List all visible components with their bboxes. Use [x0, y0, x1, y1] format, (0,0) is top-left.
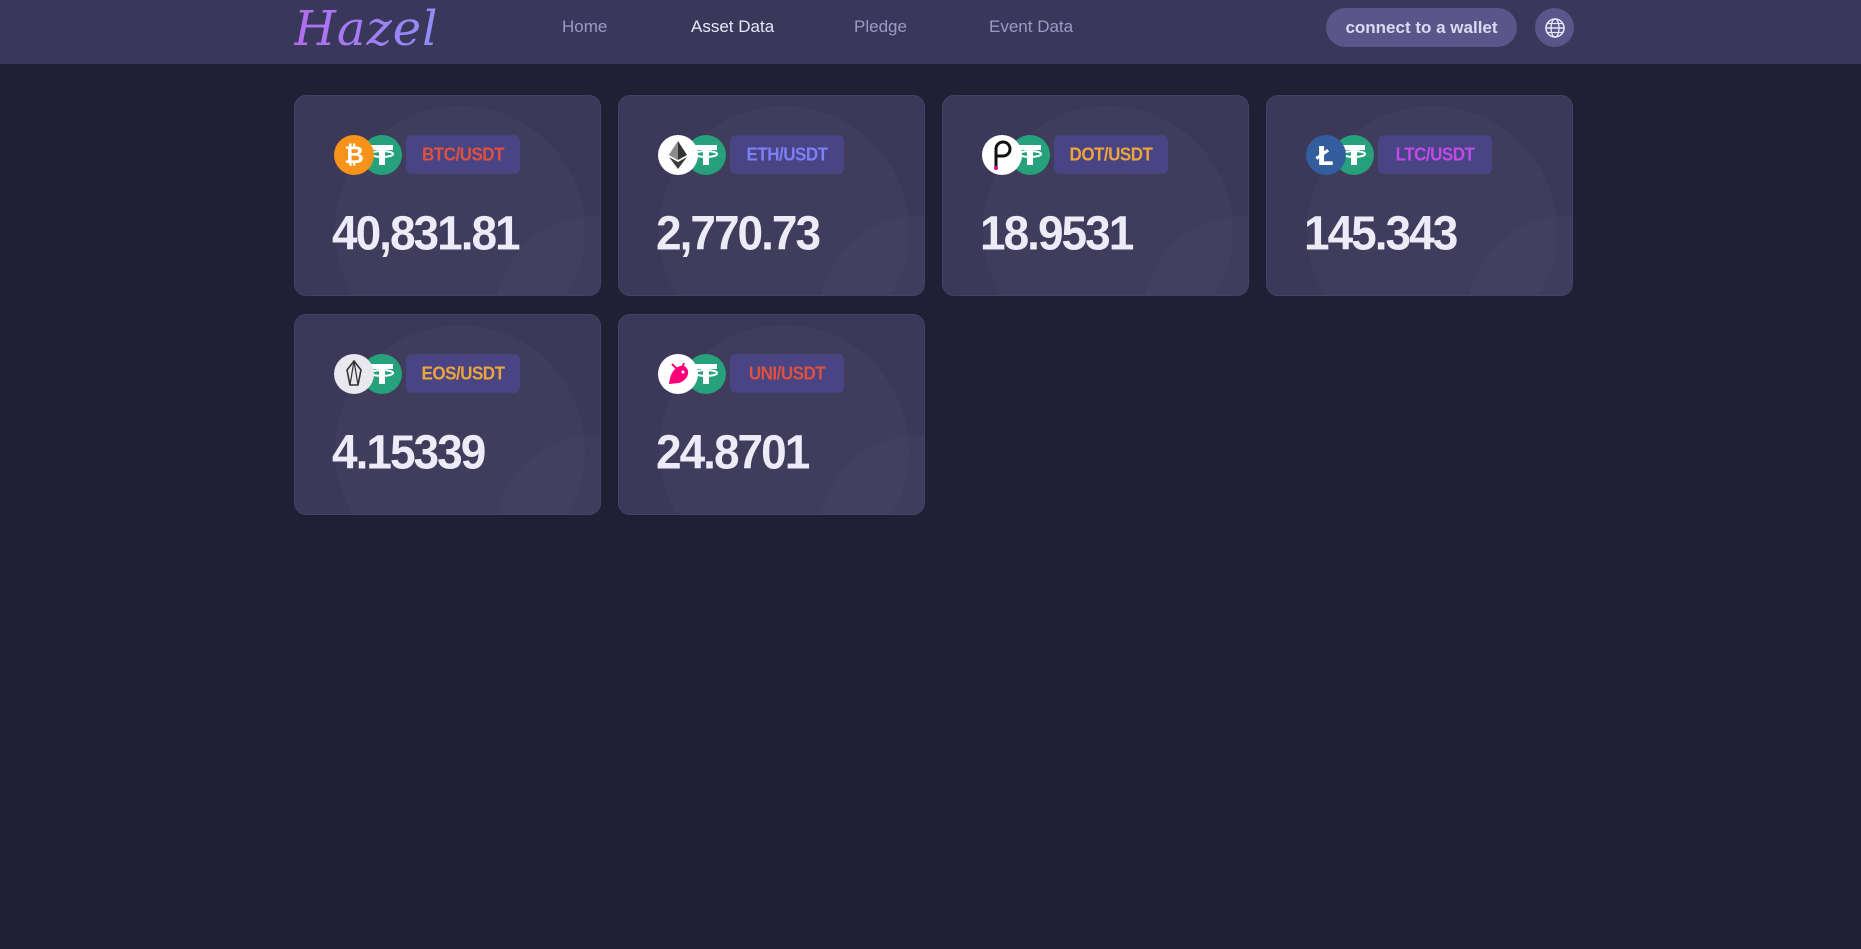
asset-card-btc[interactable]: ₿ BTC/USDT 40,831.81: [294, 95, 601, 296]
connect-wallet-button[interactable]: connect to a wallet: [1326, 8, 1517, 47]
uniswap-icon: [658, 354, 698, 394]
bitcoin-icon: ₿: [334, 135, 374, 175]
asset-card-dot[interactable]: DOT/USDT 18.9531: [942, 95, 1249, 296]
asset-card-eth[interactable]: ETH/USDT 2,770.73: [618, 95, 925, 296]
price-value: 4.15339: [332, 425, 486, 480]
litecoin-icon: Ł: [1306, 135, 1346, 175]
logo[interactable]: Hazel: [294, 0, 439, 58]
price-value: 40,831.81: [332, 206, 521, 261]
nav-asset-data[interactable]: Asset Data: [691, 16, 774, 38]
pair-label: DOT/USDT: [1054, 135, 1168, 174]
globe-icon: [1544, 17, 1565, 38]
nav-pledge[interactable]: Pledge: [854, 16, 907, 38]
ethereum-icon: [658, 135, 698, 175]
pair-label: ETH/USDT: [730, 135, 844, 174]
pair-label: UNI/USDT: [730, 354, 844, 393]
pair-label: BTC/USDT: [406, 135, 520, 174]
pair-label: LTC/USDT: [1378, 135, 1492, 174]
nav-home[interactable]: Home: [562, 16, 607, 38]
asset-card-uni[interactable]: UNI/USDT 24.8701: [618, 314, 925, 515]
top-navigation-bar: Hazel Home Asset Data Pledge Event Data …: [0, 0, 1861, 64]
price-value: 145.343: [1304, 206, 1458, 261]
asset-card-eos[interactable]: EOS/USDT 4.15339: [294, 314, 601, 515]
price-value: 2,770.73: [656, 206, 821, 261]
language-button[interactable]: [1535, 8, 1574, 47]
svg-text:Ł: Ł: [1315, 142, 1334, 172]
eos-icon: [334, 354, 374, 394]
pair-label: EOS/USDT: [406, 354, 520, 393]
polkadot-icon: [982, 135, 1022, 175]
price-value: 18.9531: [980, 206, 1134, 261]
svg-text:₿: ₿: [344, 141, 364, 169]
price-value: 24.8701: [656, 425, 810, 480]
asset-card-ltc[interactable]: Ł LTC/USDT 145.343: [1266, 95, 1573, 296]
nav-event-data[interactable]: Event Data: [989, 16, 1073, 38]
